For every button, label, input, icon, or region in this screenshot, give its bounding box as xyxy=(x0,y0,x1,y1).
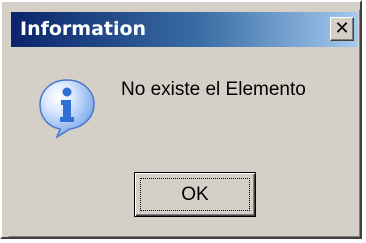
ok-button-label: OK xyxy=(140,178,250,211)
dialog-title: Information xyxy=(20,18,147,40)
title-bar[interactable]: Information ✕ xyxy=(11,12,358,47)
close-icon: ✕ xyxy=(334,18,350,39)
ok-button[interactable]: OK xyxy=(134,172,256,217)
close-button[interactable]: ✕ xyxy=(330,17,354,41)
message-text: No existe el Elemento xyxy=(121,79,306,100)
information-icon xyxy=(39,79,95,139)
